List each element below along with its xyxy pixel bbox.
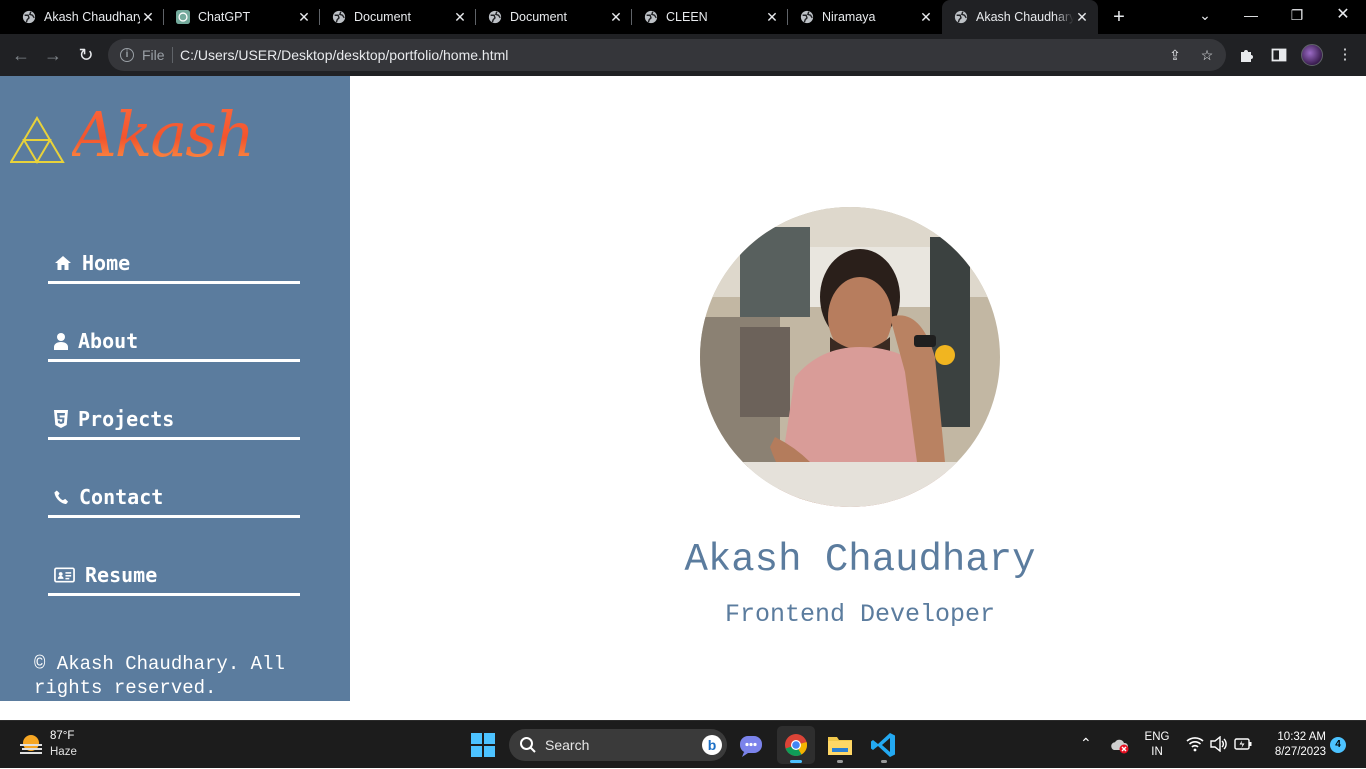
tab-title: Document xyxy=(510,10,567,24)
clock-time: 10:32 AM xyxy=(1277,731,1326,743)
haze-weather-icon[interactable] xyxy=(18,733,44,757)
tab-title: Akash Chaudhary xyxy=(44,10,140,24)
home-icon xyxy=(55,255,71,270)
onedrive-error-icon[interactable] xyxy=(1110,738,1130,754)
profile-photo-image xyxy=(700,207,1000,507)
hero-section: Akash Chaudhary Frontend Developer xyxy=(350,76,1366,720)
nav-projects[interactable]: Projects xyxy=(48,400,300,440)
browser-tab[interactable]: CLEEN ✕ xyxy=(632,0,788,34)
close-tab-icon[interactable]: ✕ xyxy=(1074,9,1090,26)
restore-button[interactable]: ❐ xyxy=(1274,0,1320,34)
nav-contact[interactable]: Contact xyxy=(48,478,300,518)
clock-date: 8/27/2023 xyxy=(1274,746,1326,758)
globe-icon xyxy=(800,10,814,24)
nav-label: Resume xyxy=(85,562,158,587)
hero-name: Akash Chaudhary xyxy=(684,538,1036,582)
browser-tab[interactable]: Document ✕ xyxy=(476,0,632,34)
nav-label: Contact xyxy=(79,484,164,509)
profile-photo xyxy=(700,207,1000,507)
browser-tab[interactable]: Niramaya ✕ xyxy=(788,0,942,34)
tab-title: Niramaya xyxy=(822,10,876,24)
nav-about[interactable]: About xyxy=(48,322,300,362)
phone-icon xyxy=(54,489,69,504)
address-bar[interactable]: i File C:/Users/USER/Desktop/desktop/por… xyxy=(108,39,1226,71)
user-icon xyxy=(54,332,68,350)
system-clock[interactable]: 10:32 AM 8/27/2023 xyxy=(1264,730,1326,760)
site-info-icon[interactable]: i xyxy=(120,48,134,62)
sidebar: Akash Home About Projects Contact Resume… xyxy=(0,76,350,701)
triforce-logo-icon xyxy=(10,116,65,164)
chrome-app-icon[interactable] xyxy=(777,726,815,764)
file-explorer-icon[interactable] xyxy=(821,726,859,764)
volume-icon[interactable] xyxy=(1210,736,1228,752)
address-scheme: File xyxy=(142,47,165,63)
browser-tab[interactable]: ChatGPT ✕ xyxy=(164,0,320,34)
wifi-icon[interactable] xyxy=(1186,736,1204,752)
logo-wordmark: Akash xyxy=(72,98,255,171)
search-placeholder: Search xyxy=(545,737,590,753)
browser-tab[interactable]: Document ✕ xyxy=(320,0,476,34)
tab-title: CLEEN xyxy=(666,10,708,24)
back-button[interactable]: ← xyxy=(8,42,34,68)
globe-icon xyxy=(22,10,36,24)
share-icon[interactable]: ⇪ xyxy=(1166,46,1184,64)
tab-title: Document xyxy=(354,10,411,24)
taskbar-search[interactable]: Search b xyxy=(509,729,727,761)
globe-icon xyxy=(332,10,346,24)
vscode-icon[interactable] xyxy=(865,726,903,764)
nav-label: About xyxy=(78,328,139,353)
browser-toolbar: ← → ↻ i File C:/Users/USER/Desktop/deskt… xyxy=(0,34,1366,76)
globe-icon xyxy=(488,10,502,24)
nav-home[interactable]: Home xyxy=(48,244,300,284)
minimize-button[interactable]: — xyxy=(1228,0,1274,34)
browser-tab[interactable]: Akash Chaudhary ✕ xyxy=(0,0,164,34)
id-card-icon xyxy=(54,566,75,583)
show-hidden-icons-chevron-icon[interactable]: ⌃ xyxy=(1080,735,1092,752)
notification-count-badge[interactable]: 4 xyxy=(1330,737,1346,753)
extensions-puzzle-icon[interactable] xyxy=(1236,44,1258,66)
windows-taskbar: 87°F Haze Search b ⌃ ENG IN 10:32 AM 8/2… xyxy=(0,720,1366,768)
close-tab-icon[interactable]: ✕ xyxy=(296,9,312,26)
nav-label: Projects xyxy=(78,406,175,431)
browser-tab-active[interactable]: Akash Chaudhary ✕ xyxy=(942,0,1098,34)
windows-start-icon[interactable] xyxy=(471,733,495,757)
close-tab-icon[interactable]: ✕ xyxy=(452,9,468,26)
globe-icon xyxy=(954,10,968,24)
profile-avatar[interactable] xyxy=(1301,44,1323,66)
close-tab-icon[interactable]: ✕ xyxy=(918,9,934,26)
battery-charging-icon[interactable] xyxy=(1234,737,1252,751)
globe-icon xyxy=(644,10,658,24)
input-language-indicator[interactable]: ENG IN xyxy=(1143,730,1171,760)
address-url[interactable]: C:/Users/USER/Desktop/desktop/portfolio/… xyxy=(180,47,508,63)
reload-button[interactable]: ↻ xyxy=(73,42,99,68)
browser-menu-icon[interactable]: ⋮ xyxy=(1334,44,1356,66)
site-logo[interactable]: Akash xyxy=(10,98,255,184)
webpage: Akash Home About Projects Contact Resume… xyxy=(0,76,1366,720)
teams-chat-icon[interactable] xyxy=(732,726,770,764)
html5-icon xyxy=(54,409,68,428)
nav-resume[interactable]: Resume xyxy=(48,556,300,596)
search-icon xyxy=(520,737,536,753)
tab-title: Akash Chaudhary xyxy=(976,10,1074,24)
tab-title: ChatGPT xyxy=(198,10,251,24)
nav-label: Home xyxy=(82,250,131,275)
forward-button[interactable]: → xyxy=(40,42,66,68)
copyright-text: © Akash Chaudhary. All rights reserved. xyxy=(34,653,285,699)
tab-search-chevron-icon[interactable]: ⌄ xyxy=(1182,0,1228,34)
chatgpt-icon xyxy=(176,10,190,24)
close-window-button[interactable]: ✕ xyxy=(1320,0,1366,34)
weather-temperature[interactable]: 87°F xyxy=(50,730,74,742)
weather-condition[interactable]: Haze xyxy=(50,746,77,758)
close-tab-icon[interactable]: ✕ xyxy=(608,9,624,26)
bing-icon[interactable]: b xyxy=(702,735,722,755)
new-tab-button[interactable]: + xyxy=(1106,4,1132,30)
hero-role: Frontend Developer xyxy=(724,600,996,629)
side-panel-icon[interactable] xyxy=(1268,44,1290,66)
close-tab-icon[interactable]: ✕ xyxy=(764,9,780,26)
bookmark-star-icon[interactable]: ☆ xyxy=(1198,46,1216,64)
browser-tab-strip: Akash Chaudhary ✕ ChatGPT ✕ Document ✕ D… xyxy=(0,0,1366,34)
close-tab-icon[interactable]: ✕ xyxy=(140,9,156,26)
